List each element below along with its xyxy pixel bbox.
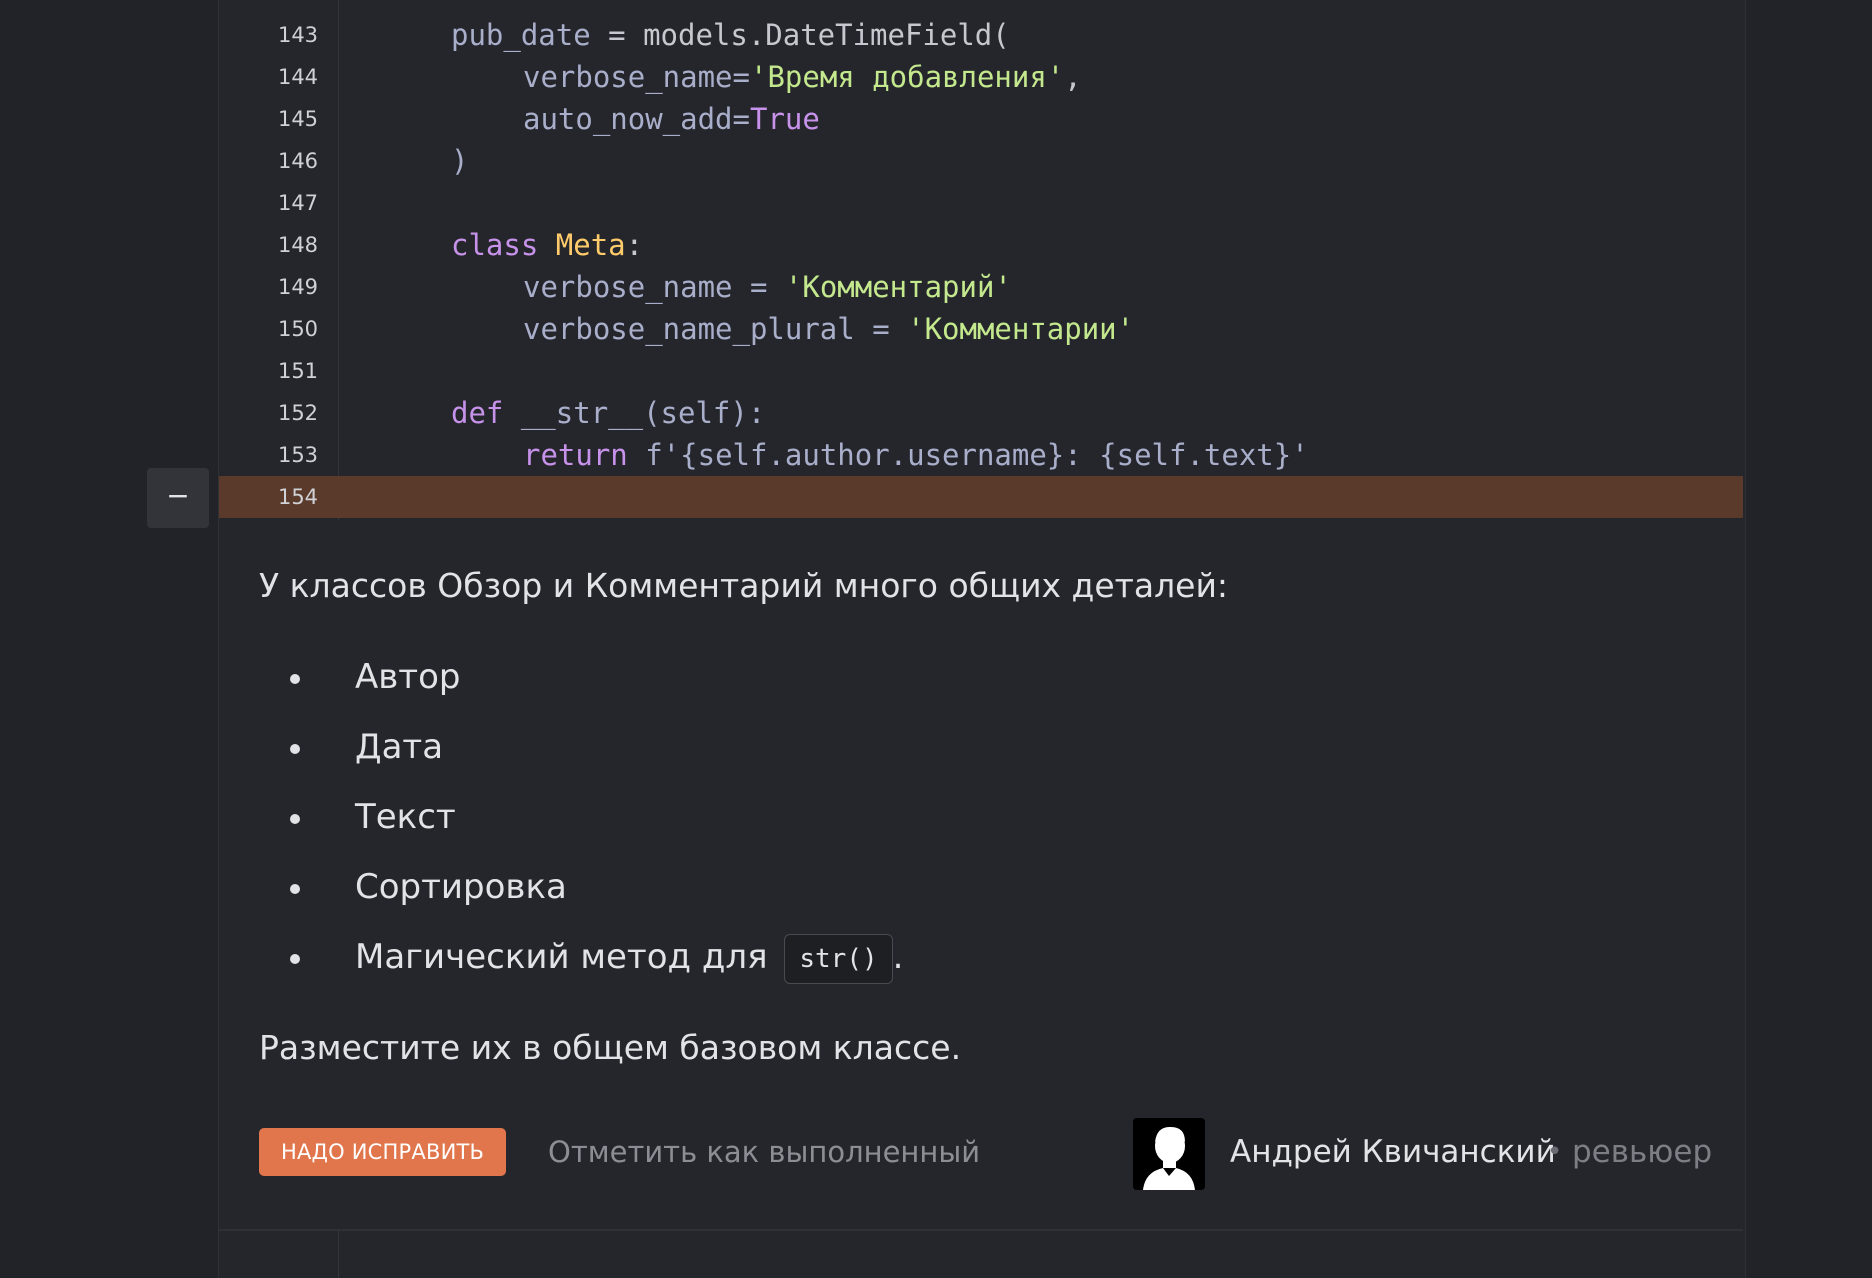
review-footer: НАДО ИСПРАВИТЬ Отметить как выполненный … [259,1118,1712,1190]
line-number: 150 [277,317,319,341]
code-line: 148 class Meta: [219,224,1743,266]
reviewer-role: ревьюер [1572,1134,1713,1170]
code-line: 151 [219,350,1743,392]
code-text: def __str__(self): [451,396,766,430]
reviewer-name[interactable]: Андрей Квичанский [1230,1118,1556,1186]
section-divider [219,1229,1743,1231]
line-number: 147 [277,191,319,215]
bullet-icon [290,954,300,964]
code-line: 153 return f'{self.author.username}: {se… [219,434,1743,476]
mark-done-link[interactable]: Отметить как выполненный [548,1128,980,1176]
separator-dot: • [1547,1137,1563,1167]
code-text: ) [451,144,469,178]
code-text: return f'{self.author.username}: {self.t… [523,438,1309,472]
line-number: 143 [277,23,319,47]
line-number: 146 [277,149,319,173]
review-intro-text: У классов Обзор и Комментарий много общи… [259,566,1229,605]
minus-icon: − [166,479,190,512]
code-line: 145 auto_now_add=True [219,98,1743,140]
inline-code: str() [784,933,893,984]
line-number: 145 [277,107,319,131]
code-text: verbose_name_plural = 'Комментарии' [523,312,1135,346]
line-number: 144 [277,65,319,89]
gutter-divider [338,1230,339,1278]
code-line: 146 ) [219,140,1743,182]
code-text: pub_date = models.DateTimeField( [451,18,1010,52]
code-line: 149 verbose_name = 'Комментарий' [219,266,1743,308]
code-line: 144 verbose_name='Время добавления', [219,56,1743,98]
bullet-icon [290,744,300,754]
user-silhouette-icon [1133,1118,1205,1190]
line-number: 154 [277,485,319,509]
collapse-comment-button[interactable]: − [147,468,209,528]
line-number: 148 [277,233,319,257]
bullet-icon [290,814,300,824]
needs-fix-button[interactable]: НАДО ИСПРАВИТЬ [259,1128,507,1176]
bullet-icon [290,884,300,894]
avatar[interactable] [1133,1118,1205,1190]
code-line: 147 [219,182,1743,224]
line-number: 149 [277,275,319,299]
code-text: auto_now_add=True [523,102,820,136]
code-line-highlighted[interactable]: 154 [219,476,1743,518]
code-text: class Meta: [451,228,644,262]
code-line: 150 verbose_name_plural = 'Комментарии' [219,308,1743,350]
bullet-icon [290,674,300,684]
code-line: 152 def __str__(self): [219,392,1743,434]
line-number: 153 [277,443,319,467]
code-text: verbose_name='Время добавления', [523,60,1082,94]
line-number: 152 [277,401,319,425]
code-line: 143 pub_date = models.DateTimeField( [219,14,1743,56]
line-number: 151 [277,359,319,383]
code-text: verbose_name = 'Комментарий' [523,270,1012,304]
review-outro-text: Разместите их в общем базовом классе. [259,1028,962,1067]
